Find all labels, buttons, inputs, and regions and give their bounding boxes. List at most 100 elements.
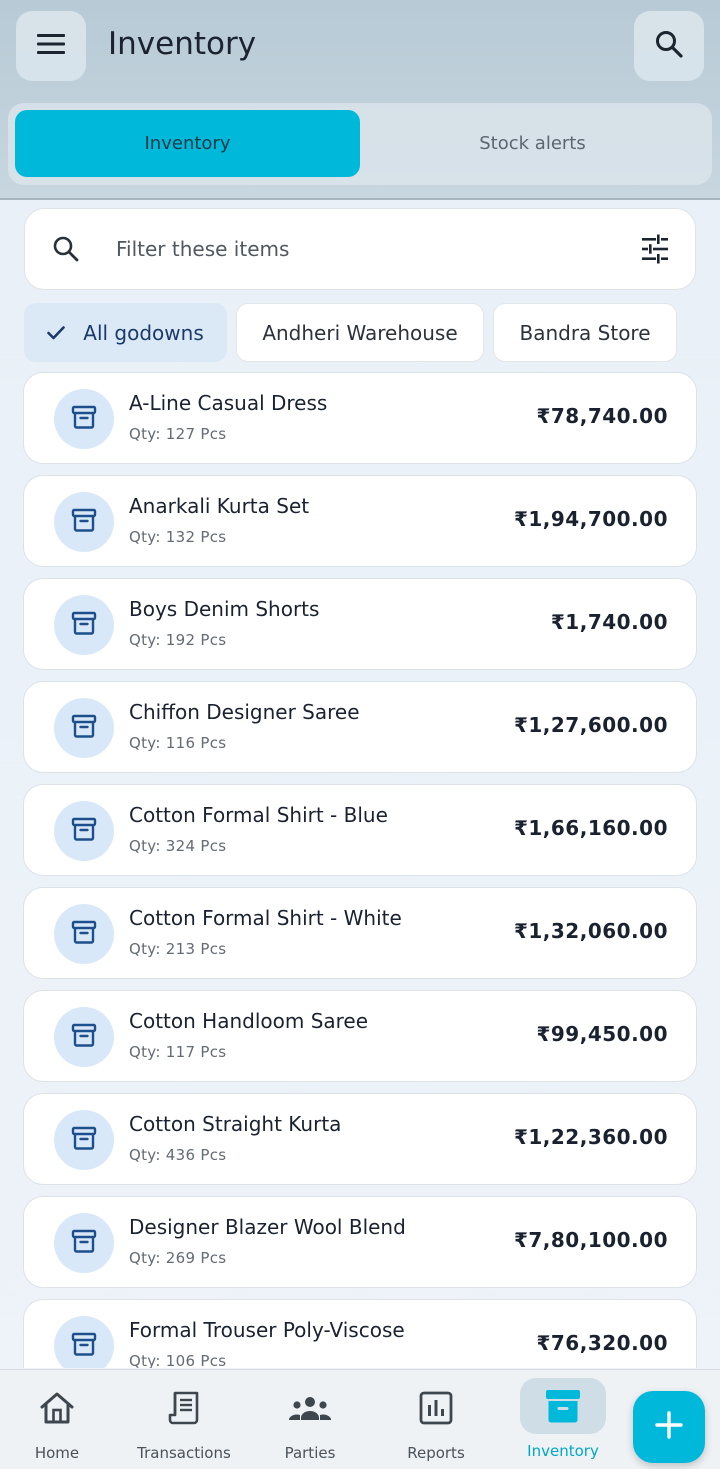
item-name: Designer Blazer Wool Blend <box>129 1215 406 1239</box>
list-item[interactable]: Designer Blazer Wool Blend Qty: 269 Pcs … <box>23 1196 697 1288</box>
list-item[interactable]: Cotton Formal Shirt - Blue Qty: 324 Pcs … <box>23 784 697 876</box>
item-amount: ₹76,320.00 <box>536 1331 668 1355</box>
archive-box-icon <box>520 1378 606 1434</box>
item-avatar <box>54 698 114 758</box>
tab-stock-alerts[interactable]: Stock alerts <box>360 110 705 177</box>
item-amount: ₹1,32,060.00 <box>513 919 668 943</box>
item-amount: ₹1,66,160.00 <box>513 816 668 840</box>
item-name: Cotton Handloom Saree <box>129 1009 369 1033</box>
item-name: Cotton Formal Shirt - White <box>129 906 402 930</box>
chip-label: All godowns <box>83 320 204 345</box>
archive-box-icon <box>71 610 97 640</box>
tab-bar: Inventory Stock alerts <box>8 103 712 185</box>
list-item[interactable]: Cotton Formal Shirt - White Qty: 213 Pcs… <box>23 887 697 979</box>
chip-all-godowns[interactable]: All godowns <box>24 303 227 362</box>
item-qty: Qty: 117 Pcs <box>129 1043 227 1061</box>
item-qty: Qty: 116 Pcs <box>129 734 227 752</box>
header-divider <box>0 198 720 200</box>
item-qty: Qty: 269 Pcs <box>129 1249 227 1267</box>
archive-box-icon <box>71 1125 97 1155</box>
item-avatar <box>54 1213 114 1273</box>
list-item[interactable]: Cotton Straight Kurta Qty: 436 Pcs ₹1,22… <box>23 1093 697 1185</box>
menu-button[interactable] <box>16 11 86 81</box>
inventory-list: A-Line Casual Dress Qty: 127 Pcs ₹78,740… <box>22 372 698 1368</box>
nav-label: Reports <box>407 1444 465 1462</box>
nav-inventory[interactable]: Inventory <box>513 1370 613 1469</box>
nav-home[interactable]: Home <box>7 1370 107 1469</box>
tab-inventory[interactable]: Inventory <box>15 110 360 177</box>
item-avatar <box>54 1110 114 1170</box>
item-qty: Qty: 127 Pcs <box>129 425 227 443</box>
item-amount: ₹1,94,700.00 <box>513 507 668 531</box>
item-avatar <box>54 801 114 861</box>
item-qty: Qty: 192 Pcs <box>129 631 227 649</box>
item-name: A-Line Casual Dress <box>129 391 328 415</box>
list-item[interactable]: Chiffon Designer Saree Qty: 116 Pcs ₹1,2… <box>23 681 697 773</box>
archive-box-icon <box>71 713 97 743</box>
item-qty: Qty: 213 Pcs <box>129 940 227 958</box>
nav-label: Inventory <box>527 1442 599 1460</box>
item-amount: ₹78,740.00 <box>536 404 668 428</box>
item-avatar <box>54 389 114 449</box>
item-name: Anarkali Kurta Set <box>129 494 310 518</box>
search-icon <box>655 30 683 62</box>
archive-box-icon <box>71 816 97 846</box>
item-avatar <box>54 1316 114 1368</box>
list-item[interactable]: Cotton Handloom Saree Qty: 117 Pcs ₹99,4… <box>23 990 697 1082</box>
check-icon <box>47 325 66 340</box>
archive-box-icon <box>71 919 97 949</box>
item-name: Cotton Formal Shirt - Blue <box>129 803 388 827</box>
archive-box-icon <box>71 404 97 434</box>
archive-box-icon <box>71 507 97 537</box>
item-qty: Qty: 132 Pcs <box>129 528 227 546</box>
nav-transactions[interactable]: Transactions <box>124 1370 244 1469</box>
archive-box-icon <box>71 1331 97 1361</box>
archive-box-icon <box>71 1022 97 1052</box>
nav-label: Parties <box>284 1444 336 1462</box>
chip-andheri-warehouse[interactable]: Andheri Warehouse <box>236 303 484 362</box>
item-avatar <box>54 492 114 552</box>
list-item[interactable]: Boys Denim Shorts Qty: 192 Pcs ₹1,740.00 <box>23 578 697 670</box>
chip-bandra-store[interactable]: Bandra Store <box>493 303 677 362</box>
hamburger-menu-icon <box>37 34 65 58</box>
list-item[interactable]: Anarkali Kurta Set Qty: 132 Pcs ₹1,94,70… <box>23 475 697 567</box>
item-name: Chiffon Designer Saree <box>129 700 360 724</box>
nav-label: Home <box>34 1444 80 1462</box>
app-header: Inventory Inventory Stock alerts <box>0 0 720 198</box>
item-name: Boys Denim Shorts <box>129 597 320 621</box>
bar-chart-icon <box>419 1388 453 1428</box>
search-icon <box>52 235 80 267</box>
item-name: Formal Trouser Poly-Viscose <box>129 1318 405 1342</box>
item-avatar <box>54 1007 114 1067</box>
group-icon <box>288 1388 332 1428</box>
item-amount: ₹99,450.00 <box>536 1022 668 1046</box>
item-name: Cotton Straight Kurta <box>129 1112 342 1136</box>
item-avatar <box>54 904 114 964</box>
item-amount: ₹1,22,360.00 <box>513 1125 668 1149</box>
search-button[interactable] <box>634 11 704 81</box>
archive-box-icon <box>71 1228 97 1258</box>
chip-label: Bandra Store <box>519 320 651 345</box>
receipt-icon <box>167 1388 201 1428</box>
chip-label: Andheri Warehouse <box>262 320 458 345</box>
bottom-navigation: Home Transactions Parties Reports Invent… <box>0 1369 720 1469</box>
nav-label: Transactions <box>137 1444 231 1462</box>
item-qty: Qty: 324 Pcs <box>129 837 227 855</box>
item-amount: ₹1,740.00 <box>550 610 668 634</box>
item-qty: Qty: 106 Pcs <box>129 1352 227 1368</box>
filter-input[interactable]: Filter these items <box>116 237 289 261</box>
plus-icon <box>654 1410 684 1444</box>
page-title: Inventory <box>108 26 257 62</box>
nav-parties[interactable]: Parties <box>260 1370 360 1469</box>
item-avatar <box>54 595 114 655</box>
add-item-button[interactable] <box>633 1391 705 1463</box>
tune-sliders-icon[interactable] <box>640 234 670 268</box>
home-icon <box>39 1388 75 1428</box>
item-amount: ₹1,27,600.00 <box>513 713 668 737</box>
filter-field[interactable]: Filter these items <box>24 208 696 290</box>
list-item[interactable]: Formal Trouser Poly-Viscose Qty: 106 Pcs… <box>23 1299 697 1368</box>
nav-reports[interactable]: Reports <box>386 1370 486 1469</box>
item-qty: Qty: 436 Pcs <box>129 1146 227 1164</box>
list-item[interactable]: A-Line Casual Dress Qty: 127 Pcs ₹78,740… <box>23 372 697 464</box>
item-amount: ₹7,80,100.00 <box>513 1228 668 1252</box>
